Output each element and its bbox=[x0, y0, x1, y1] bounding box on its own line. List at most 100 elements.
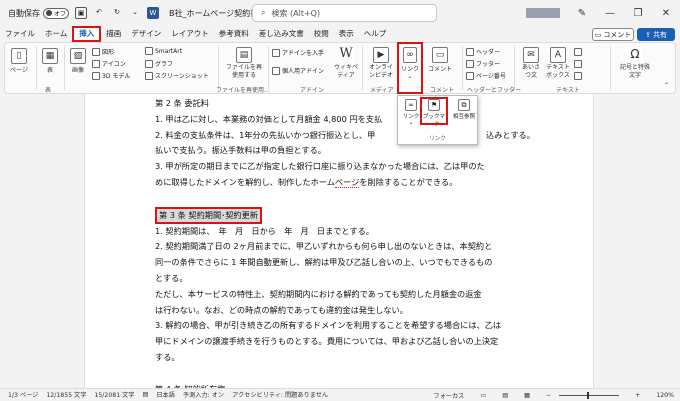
zoom-slider-thumb[interactable] bbox=[587, 391, 590, 399]
paragraph: 3. 甲が所定の期日までに乙が指定した銀行口座に振り込まなかった場合には、乙は甲… bbox=[155, 161, 485, 172]
status-bar: 1/3 ページ 12/1855 文字 15/2081 文字 ▤ 日本語 予測入力… bbox=[0, 388, 680, 400]
tab-design[interactable]: デザイン bbox=[126, 26, 166, 42]
search-box[interactable]: ⌕ 検索 (Alt+Q) bbox=[252, 4, 437, 22]
smartart-button[interactable]: SmartArt bbox=[145, 47, 182, 55]
quickparts-icon[interactable] bbox=[574, 48, 582, 56]
group-table-label: 表 bbox=[45, 87, 52, 94]
paragraph-text: 込みとする。 bbox=[486, 129, 535, 140]
comment-insert-button[interactable]: ▭ コメント bbox=[428, 47, 452, 73]
paragraph: 3. 解約の場合、甲が引き続き乙の所有するドメインを利用することを希望する場合に… bbox=[155, 320, 502, 331]
paragraph: は行わない。なお、どの時点の解約であっても違約金は発生しない。 bbox=[155, 304, 408, 315]
tab-review[interactable]: 校閲 bbox=[309, 26, 334, 42]
collapse-ribbon-icon[interactable]: ⌃ bbox=[664, 82, 669, 89]
redo-icon[interactable]: ↻ bbox=[111, 7, 123, 19]
bookmark-highlight bbox=[420, 97, 448, 125]
tab-references[interactable]: 参考資料 bbox=[214, 26, 254, 42]
comment-label: コメント bbox=[603, 30, 632, 39]
wikipedia-button[interactable]: W ウィキペディア bbox=[334, 47, 358, 80]
group-header-footer-label: ヘッダーとフッター bbox=[467, 87, 522, 94]
zoom-out-icon[interactable]: − bbox=[546, 392, 551, 399]
shapes-button[interactable]: 図形 bbox=[92, 47, 114, 56]
my-addins-label: 個人用アドイン bbox=[282, 68, 325, 75]
focus-mode[interactable]: フォーカス bbox=[433, 391, 464, 400]
tab-draw[interactable]: 描画 bbox=[101, 26, 126, 42]
pen-icon[interactable]: ✎ bbox=[568, 8, 596, 19]
paragraph: 1. 契約期間は、 年 月 日から 年 月 日までとする。 bbox=[155, 225, 374, 236]
article-3-title-line: 第 3 条 契約期間･契約更新 bbox=[155, 206, 530, 224]
language[interactable]: 日本語 bbox=[156, 390, 175, 399]
account-area[interactable] bbox=[526, 8, 560, 18]
table-label: 表 bbox=[46, 67, 53, 74]
restore-button[interactable]: ❐ bbox=[624, 8, 652, 19]
char-count[interactable]: 15/2081 文字 bbox=[94, 390, 134, 399]
article-3-title[interactable]: 第 3 条 契約期間･契約更新 bbox=[155, 206, 262, 224]
header-button[interactable]: ヘッダー bbox=[466, 47, 500, 56]
shapes-label: 図形 bbox=[102, 49, 115, 56]
page-count[interactable]: 1/3 ページ bbox=[8, 390, 38, 399]
textbox-icon: A bbox=[550, 47, 566, 63]
paragraph-text: 2. 料金の支払条件は、1年分の先払いかつ銀行振込とし、甲 bbox=[155, 129, 376, 140]
image-label: 画像 bbox=[71, 67, 84, 74]
close-button[interactable]: ✕ bbox=[652, 8, 680, 19]
share-label: 共有 bbox=[652, 30, 667, 39]
tab-file[interactable]: ファイル bbox=[0, 26, 40, 42]
my-addins-button[interactable]: 個人用アドイン bbox=[272, 66, 324, 75]
paragraph-text: めに取得したドメインを解約し、制作したホーム bbox=[155, 176, 335, 187]
tab-home[interactable]: ホーム bbox=[40, 26, 72, 42]
get-addins-button[interactable]: アドインを入手 bbox=[272, 48, 324, 57]
textbox-button[interactable]: A テキストボックス bbox=[546, 47, 570, 80]
text-prediction[interactable]: 予測入力: オン bbox=[183, 390, 224, 399]
divider bbox=[514, 46, 515, 90]
page-number-button[interactable]: ページ番号 bbox=[466, 71, 506, 80]
image-button[interactable]: ▨ 画像 bbox=[70, 48, 86, 74]
3d-model-icon bbox=[92, 71, 100, 80]
zoom-level[interactable]: 120% bbox=[656, 392, 674, 399]
file-reuse-button[interactable]: ▤ ファイルを再使用する bbox=[226, 47, 262, 80]
read-mode-icon[interactable]: ▭ bbox=[480, 392, 486, 399]
web-layout-icon[interactable]: ▦ bbox=[524, 392, 530, 399]
search-icon: ⌕ bbox=[261, 8, 266, 17]
symbol-button[interactable]: Ω 記号と特殊文字 bbox=[618, 47, 652, 80]
comment-button[interactable]: ▭ コメント bbox=[592, 28, 634, 41]
greeting-button[interactable]: ✉ あいさつ文 bbox=[520, 47, 542, 80]
online-video-button[interactable]: ▶ オンラインビデオ bbox=[368, 47, 394, 80]
customize-qat-icon[interactable]: ⌄ bbox=[129, 7, 141, 19]
icons-button[interactable]: アイコン bbox=[92, 59, 126, 68]
footer-button[interactable]: フッター bbox=[466, 59, 500, 68]
paragraph-text: を削除することができる。 bbox=[359, 176, 458, 187]
zoom-slider[interactable] bbox=[559, 391, 620, 399]
tab-mailings[interactable]: 差し込み文書 bbox=[254, 26, 309, 42]
tab-insert[interactable]: 挿入 bbox=[72, 26, 102, 42]
tab-view[interactable]: 表示 bbox=[334, 26, 359, 42]
share-button[interactable]: ⇪ 共有 bbox=[637, 28, 675, 41]
save-icon[interactable]: ▣ bbox=[75, 7, 87, 19]
link-group-label: リンク bbox=[429, 136, 446, 142]
word-count[interactable]: 12/1855 文字 bbox=[46, 390, 86, 399]
search-placeholder: 検索 (Alt+Q) bbox=[271, 8, 321, 18]
icons-label: アイコン bbox=[102, 61, 126, 68]
graph-button[interactable]: グラフ bbox=[145, 59, 173, 68]
minimize-button[interactable]: — bbox=[596, 8, 624, 19]
table-button[interactable]: ▦ 表 bbox=[42, 48, 58, 74]
print-layout-icon[interactable]: ▤ bbox=[502, 392, 508, 399]
screenshot-icon bbox=[145, 71, 153, 80]
wordart-icon[interactable] bbox=[574, 60, 582, 68]
screenshot-button[interactable]: スクリーンショット bbox=[145, 71, 209, 80]
accessibility-status[interactable]: アクセシビリティ: 問題ありません bbox=[232, 390, 328, 399]
3d-models-button[interactable]: 3D モデル bbox=[92, 71, 130, 80]
proofing-icon[interactable]: ▤ bbox=[142, 391, 148, 398]
divider bbox=[610, 46, 611, 90]
tab-layout[interactable]: レイアウト bbox=[166, 26, 214, 42]
autosave-toggle[interactable]: オフ bbox=[43, 7, 69, 19]
divider bbox=[362, 46, 363, 90]
page-button[interactable]: ▯ ページ bbox=[10, 48, 28, 74]
tab-help[interactable]: ヘルプ bbox=[359, 26, 392, 42]
zoom-in-icon[interactable]: + bbox=[635, 392, 640, 399]
share-icon: ⇪ bbox=[645, 30, 651, 39]
dropcap-icon[interactable] bbox=[574, 72, 582, 80]
cross-reference-menu-item[interactable]: ⧉ 相互参照 bbox=[450, 99, 478, 120]
undo-icon[interactable]: ↶ bbox=[93, 7, 105, 19]
icons-icon bbox=[92, 59, 100, 68]
greeting-label: あいさつ文 bbox=[521, 64, 540, 79]
